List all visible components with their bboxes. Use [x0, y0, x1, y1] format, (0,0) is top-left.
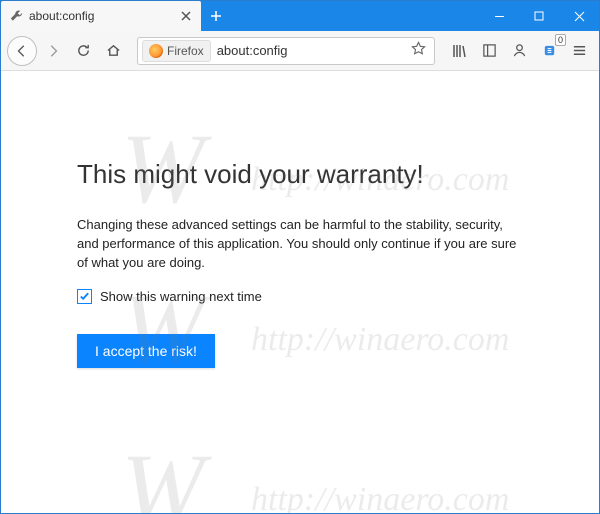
titlebar: about:config	[1, 1, 599, 31]
account-button[interactable]	[505, 37, 533, 65]
home-button[interactable]	[99, 37, 127, 65]
url-text: about:config	[217, 43, 401, 58]
warning-heading: This might void your warranty!	[77, 159, 523, 190]
browser-window: about:config	[0, 0, 600, 514]
wrench-icon	[9, 9, 23, 23]
maximize-button[interactable]	[519, 1, 559, 31]
warning-body: Changing these advanced settings can be …	[77, 216, 523, 273]
identity-box[interactable]: Firefox	[142, 40, 211, 62]
tab-title: about:config	[29, 9, 173, 23]
back-button[interactable]	[7, 36, 37, 66]
nav-toolbar: Firefox about:config	[1, 31, 599, 71]
close-tab-icon[interactable]	[179, 9, 193, 23]
firefox-icon	[149, 44, 163, 58]
new-tab-button[interactable]	[201, 1, 231, 31]
show-warning-label: Show this warning next time	[100, 289, 262, 304]
show-warning-checkbox-row: Show this warning next time	[77, 289, 523, 304]
titlebar-drag-area[interactable]	[231, 1, 479, 31]
watermark-text: http://winaero.com	[251, 321, 509, 359]
bookmark-star-icon[interactable]	[407, 41, 430, 61]
show-warning-checkbox[interactable]	[77, 289, 92, 304]
minimize-button[interactable]	[479, 1, 519, 31]
sidebars-button[interactable]	[475, 37, 503, 65]
watermark-logo: W	[121, 431, 204, 513]
window-close-button[interactable]	[559, 1, 599, 31]
url-bar[interactable]: Firefox about:config	[137, 37, 435, 65]
content-area: W http://winaero.com W http://winaero.co…	[1, 71, 599, 513]
nav-cluster	[7, 36, 127, 66]
forward-button[interactable]	[39, 37, 67, 65]
notifications-button[interactable]	[535, 37, 563, 65]
tab-active[interactable]: about:config	[1, 1, 201, 31]
app-menu-button[interactable]	[565, 37, 593, 65]
window-controls	[479, 1, 599, 31]
toolbar-right	[445, 37, 593, 65]
reload-button[interactable]	[69, 37, 97, 65]
watermark-text: http://winaero.com	[251, 481, 509, 513]
library-button[interactable]	[445, 37, 473, 65]
identity-label: Firefox	[167, 44, 204, 58]
accept-risk-button[interactable]: I accept the risk!	[77, 334, 215, 368]
